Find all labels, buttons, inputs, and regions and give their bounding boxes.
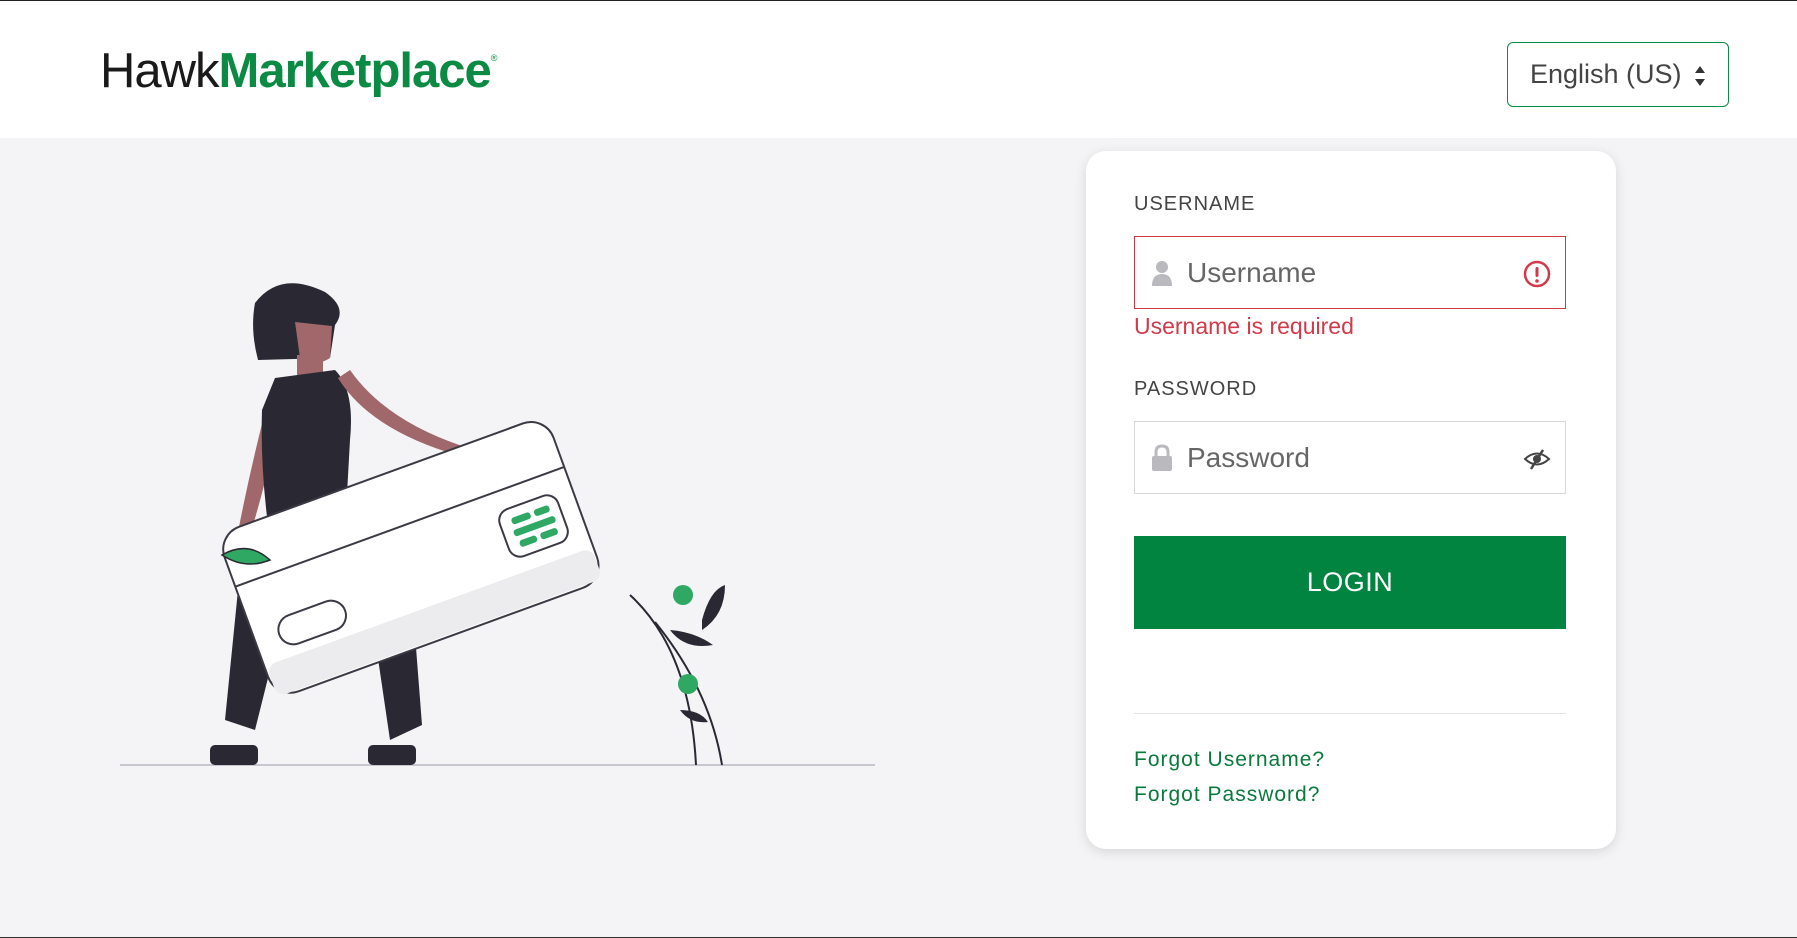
error-circle-icon: [1523, 260, 1551, 288]
username-field[interactable]: [1134, 236, 1566, 309]
username-error-message: Username is required: [1134, 313, 1354, 339]
eye-slash-icon[interactable]: [1523, 445, 1551, 473]
hero-illustration: [120, 283, 875, 766]
login-card: USERNAME Username is required PASSWORD L…: [1086, 151, 1616, 849]
language-select-value: English (US): [1530, 59, 1682, 89]
logo-registered-mark: ®: [490, 53, 498, 63]
user-icon: [1152, 261, 1172, 286]
password-label: PASSWORD: [1134, 378, 1258, 400]
sort-arrows-icon: [1695, 66, 1705, 86]
logo-text-marketplace: Marketplace: [218, 44, 492, 98]
login-button[interactable]: LOGIN: [1134, 536, 1566, 629]
header: HawkMarketplace® English (US): [0, 1, 1797, 138]
username-input[interactable]: [1187, 237, 1517, 308]
lock-icon: [1152, 444, 1172, 471]
logo: HawkMarketplace®: [100, 43, 498, 99]
password-field[interactable]: [1134, 421, 1566, 494]
divider: [1134, 713, 1566, 714]
username-label: USERNAME: [1134, 193, 1256, 215]
language-select[interactable]: English (US): [1507, 42, 1729, 107]
logo-text-hawk: Hawk: [100, 44, 220, 98]
password-input[interactable]: [1187, 422, 1517, 493]
forgot-password-link[interactable]: Forgot Password?: [1134, 783, 1320, 807]
forgot-username-link[interactable]: Forgot Username?: [1134, 748, 1325, 772]
